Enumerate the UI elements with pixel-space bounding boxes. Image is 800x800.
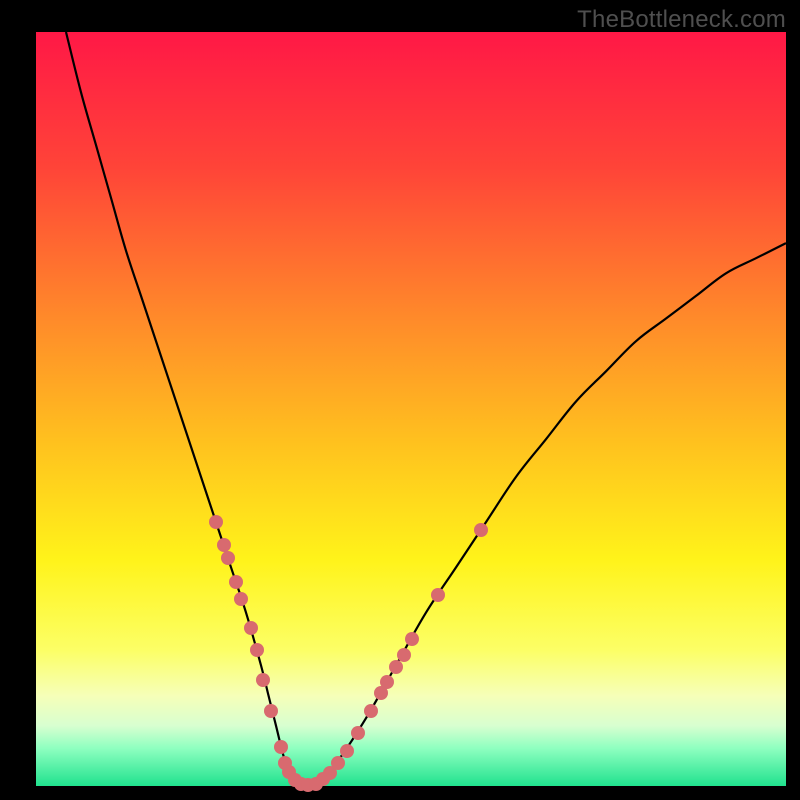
data-point	[340, 744, 354, 758]
data-point	[244, 621, 258, 635]
data-point	[364, 704, 378, 718]
chart-frame: TheBottleneck.com	[0, 0, 800, 800]
plot-area	[36, 32, 786, 786]
data-point	[474, 523, 488, 537]
data-point	[389, 660, 403, 674]
data-point	[397, 648, 411, 662]
data-point	[209, 515, 223, 529]
data-point	[234, 592, 248, 606]
data-point	[405, 632, 419, 646]
data-point	[274, 740, 288, 754]
data-point	[217, 538, 231, 552]
watermark-text: TheBottleneck.com	[577, 6, 786, 34]
data-point	[250, 643, 264, 657]
curve-svg	[36, 32, 786, 786]
data-point	[380, 675, 394, 689]
data-point	[264, 704, 278, 718]
bottleneck-curve	[66, 32, 786, 786]
data-point	[351, 726, 365, 740]
